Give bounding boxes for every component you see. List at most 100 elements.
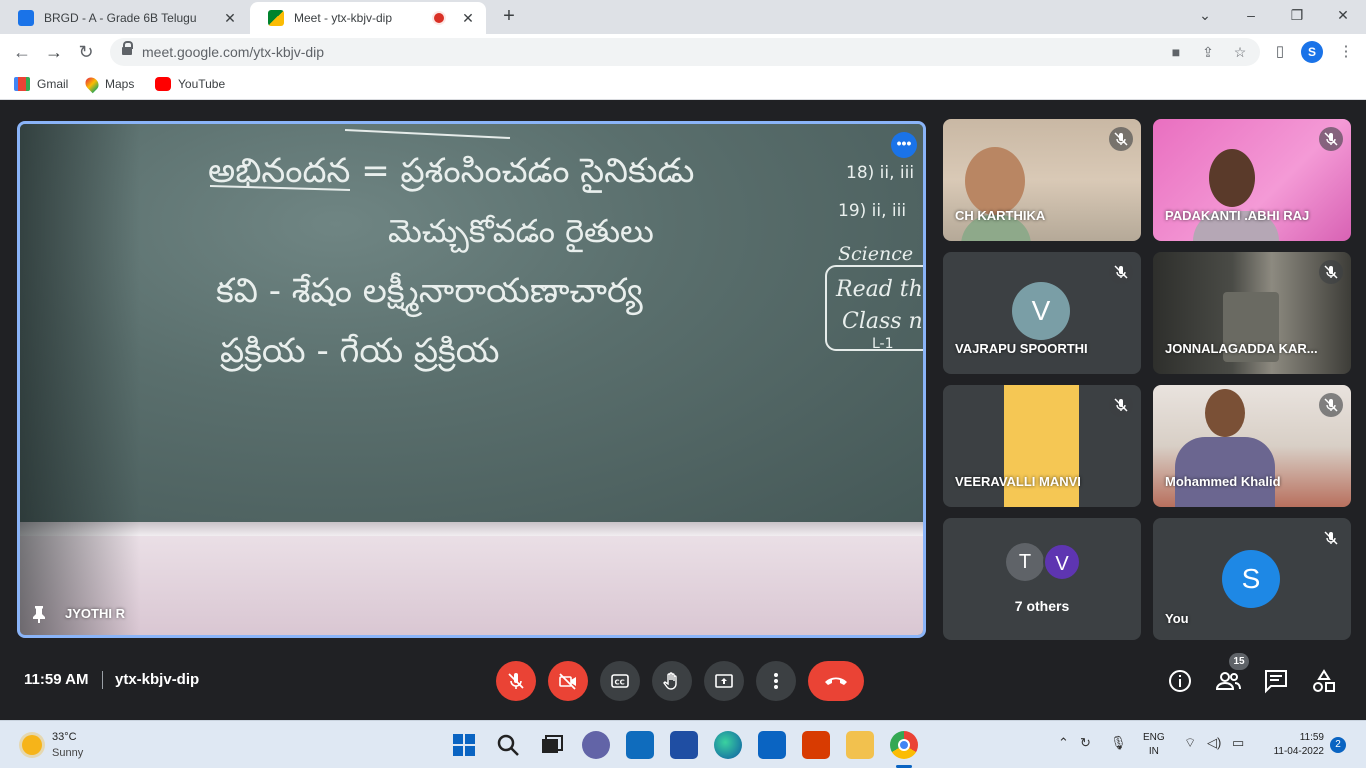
sync-icon[interactable]: ↻ bbox=[1080, 735, 1091, 751]
microphone-tray-icon[interactable]: 🎙 bbox=[1110, 735, 1127, 751]
weather-description[interactable]: Sunny bbox=[52, 747, 83, 759]
wall-video bbox=[20, 536, 923, 635]
mic-off-icon bbox=[508, 673, 524, 689]
pin-icon[interactable] bbox=[32, 605, 46, 623]
forward-button[interactable]: → bbox=[42, 40, 66, 64]
store-icon[interactable] bbox=[670, 731, 698, 759]
people-icon[interactable] bbox=[1215, 668, 1241, 694]
board-line-4: ప్రక్రియ - గేయ ప్రక్రియ bbox=[220, 331, 500, 372]
phone-hangup-icon bbox=[825, 677, 847, 685]
board-line-2: మెచ్చుకోవడం రైతులు bbox=[388, 212, 654, 253]
camera-in-use-icon[interactable]: ■ bbox=[1166, 42, 1186, 62]
hand-icon bbox=[663, 672, 677, 690]
raise-hand-button[interactable] bbox=[652, 661, 692, 701]
meeting-code: ytx-kbjv-dip bbox=[115, 671, 200, 688]
bookmark-star-icon[interactable]: ☆ bbox=[1230, 42, 1250, 62]
bookmark-youtube[interactable]: YouTube bbox=[155, 77, 225, 91]
camera-toggle-button[interactable] bbox=[548, 661, 588, 701]
back-button[interactable]: ← bbox=[10, 40, 34, 64]
language-indicator[interactable]: ENG IN bbox=[1143, 731, 1165, 759]
tab-strip: BRGD - A - Grade 6B Telugu ✕ Meet - ytx-… bbox=[0, 0, 1366, 34]
mail-icon[interactable] bbox=[758, 731, 786, 759]
participant-tile[interactable]: CH KARTHIKA bbox=[943, 119, 1141, 241]
minimize-button[interactable]: – bbox=[1228, 0, 1274, 32]
participant-avatar: V bbox=[1012, 282, 1070, 340]
participant-tile[interactable]: VEERAVALLI MANVI bbox=[943, 385, 1141, 507]
board-ledge bbox=[20, 522, 923, 536]
address-bar[interactable]: meet.google.com/ytx-kbjv-dip ■ ⇪ ☆ bbox=[110, 38, 1260, 66]
share-icon[interactable]: ⇪ bbox=[1198, 42, 1218, 62]
tab-search-icon[interactable]: ⌄ bbox=[1182, 0, 1228, 32]
office-icon[interactable] bbox=[802, 731, 830, 759]
restore-button[interactable]: ❐ bbox=[1274, 0, 1320, 32]
notification-badge[interactable]: 2 bbox=[1330, 737, 1346, 753]
muted-mic-icon bbox=[1319, 526, 1343, 550]
muted-mic-icon bbox=[1109, 260, 1133, 284]
board-right-5: Class n bbox=[842, 309, 923, 334]
tab-close-icon[interactable]: ✕ bbox=[458, 10, 478, 27]
participant-tile[interactable]: PADAKANTI .ABHI RAJ bbox=[1153, 119, 1351, 241]
tab-meet[interactable]: Meet - ytx-kbjv-dip ✕ bbox=[250, 2, 486, 34]
side-panel-icon[interactable]: ▯ bbox=[1270, 42, 1290, 62]
participant-name: VEERAVALLI MANVI bbox=[955, 474, 1081, 489]
self-tile[interactable]: S You bbox=[1153, 518, 1351, 640]
browser-menu-icon[interactable]: ⋮ bbox=[1336, 42, 1356, 62]
captions-button[interactable]: CC bbox=[600, 661, 640, 701]
bookmark-label: Maps bbox=[105, 77, 135, 91]
meeting-time: 11:59 AM bbox=[24, 671, 89, 688]
edge-icon[interactable] bbox=[714, 731, 742, 759]
participant-name: Mohammed Khalid bbox=[1165, 474, 1281, 489]
participant-tile[interactable]: Mohammed Khalid bbox=[1153, 385, 1351, 507]
tab-close-icon[interactable]: ✕ bbox=[220, 10, 240, 27]
file-explorer-icon[interactable] bbox=[846, 731, 874, 759]
others-tile[interactable]: T V 7 others bbox=[943, 518, 1141, 640]
close-window-button[interactable]: ✕ bbox=[1320, 0, 1366, 32]
maps-icon bbox=[82, 74, 102, 94]
meeting-details-info-icon[interactable] bbox=[1167, 668, 1193, 694]
participant-avatar: V bbox=[1043, 543, 1081, 581]
chrome-icon[interactable] bbox=[890, 731, 918, 759]
meet-stage: అభినందన = ప్రశంసించడం సైనికుడు మెచ్చుకోవ… bbox=[0, 101, 1366, 720]
start-icon[interactable] bbox=[450, 731, 478, 759]
chat-icon[interactable] bbox=[1263, 668, 1289, 694]
wifi-icon[interactable]: ⌔ bbox=[1184, 735, 1196, 751]
taskbar-clock[interactable]: 11:59 11-04-2022 bbox=[1262, 731, 1324, 759]
participant-tile[interactable]: JONNALAGADDA KAR... bbox=[1153, 252, 1351, 374]
weather-sun-icon[interactable] bbox=[22, 735, 42, 755]
zoom-app-icon[interactable] bbox=[626, 731, 654, 759]
tab-class-telugu[interactable]: BRGD - A - Grade 6B Telugu ✕ bbox=[0, 2, 248, 34]
participant-video bbox=[965, 147, 1025, 215]
muted-mic-icon bbox=[1319, 127, 1343, 151]
weather-temperature[interactable]: 33°C bbox=[52, 731, 77, 743]
battery-icon[interactable]: ▭ bbox=[1232, 735, 1244, 751]
show-hidden-icons[interactable]: ⌃ bbox=[1058, 735, 1069, 751]
leave-call-button[interactable] bbox=[808, 661, 864, 701]
more-options-button[interactable] bbox=[756, 661, 796, 701]
language-code: ENG bbox=[1143, 732, 1165, 743]
task-view-icon[interactable] bbox=[538, 731, 566, 759]
url-text[interactable]: meet.google.com/ytx-kbjv-dip bbox=[142, 44, 324, 60]
volume-icon[interactable]: ◁) bbox=[1207, 735, 1221, 751]
search-icon[interactable] bbox=[494, 731, 522, 759]
separator bbox=[102, 671, 103, 689]
tile-more-options-button[interactable]: ••• bbox=[891, 132, 917, 158]
activities-icon[interactable] bbox=[1311, 668, 1337, 694]
bookmark-maps[interactable]: Maps bbox=[82, 74, 135, 94]
chalk-writing: అభినందన = ప్రశంసించడం సైనికుడు మెచ్చుకోవ… bbox=[208, 129, 923, 372]
muted-mic-icon bbox=[1319, 260, 1343, 284]
participant-tile[interactable]: V VAJRAPU SPOORTHI bbox=[943, 252, 1141, 374]
board-line-1: అభినందన = ప్రశంసించడం సైనికుడు bbox=[208, 151, 694, 193]
meet-favicon-icon bbox=[268, 10, 284, 26]
profile-avatar[interactable]: S bbox=[1301, 41, 1323, 63]
gmail-icon bbox=[14, 77, 30, 91]
reload-button[interactable]: ↻ bbox=[74, 40, 98, 64]
presenter-tile[interactable]: అభినందన = ప్రశంసించడం సైనికుడు మెచ్చుకోవ… bbox=[17, 121, 926, 638]
new-tab-button[interactable]: + bbox=[496, 6, 522, 28]
bookmark-gmail[interactable]: Gmail bbox=[14, 77, 68, 91]
board-right-3: Science bbox=[838, 243, 913, 265]
microphone-toggle-button[interactable] bbox=[496, 661, 536, 701]
lock-icon bbox=[122, 41, 133, 57]
more-vert-icon bbox=[774, 673, 778, 689]
teams-chat-icon[interactable] bbox=[582, 731, 610, 759]
present-screen-button[interactable] bbox=[704, 661, 744, 701]
